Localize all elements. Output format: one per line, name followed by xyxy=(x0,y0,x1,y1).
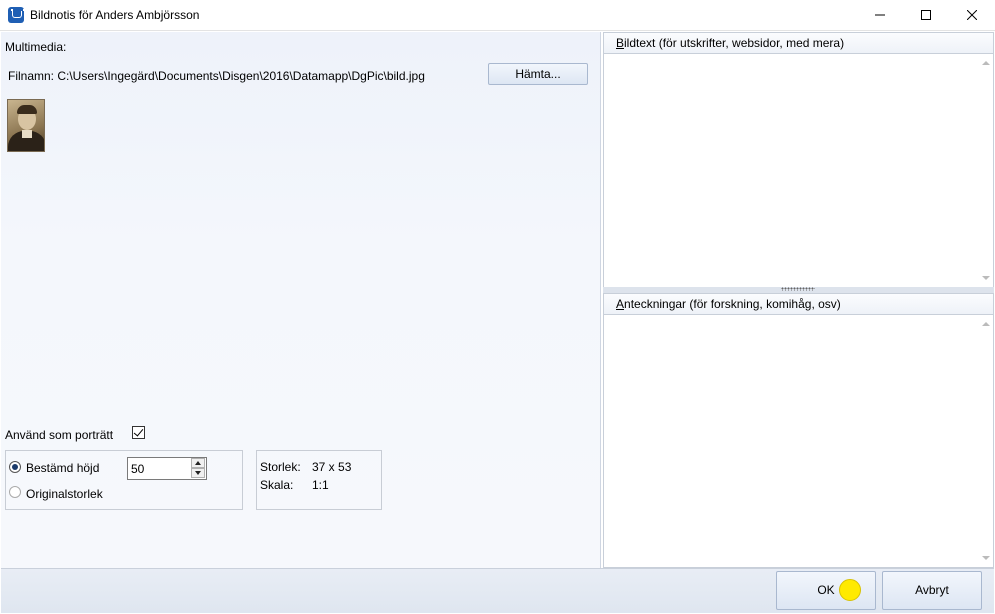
window-title: Bildnotis för Anders Ambjörsson xyxy=(30,8,200,22)
minimize-icon xyxy=(875,14,885,16)
notes-header[interactable]: Anteckningar (för forskning, komihåg, os… xyxy=(603,293,994,315)
notes-header-text: nteckningar (för forskning, komihåg, osv… xyxy=(624,297,841,311)
maximize-button[interactable] xyxy=(903,0,949,30)
scroll-up-icon xyxy=(982,322,990,326)
arrow-up-icon xyxy=(195,461,201,465)
arrow-down-icon xyxy=(195,471,201,475)
stepper-down-button[interactable] xyxy=(191,468,205,478)
cancel-button[interactable]: Avbryt xyxy=(882,571,982,610)
maximize-icon xyxy=(921,10,931,20)
close-icon xyxy=(967,10,977,20)
fixed-height-radio[interactable] xyxy=(9,461,21,473)
ok-button[interactable]: OK xyxy=(776,571,876,610)
close-button[interactable] xyxy=(949,0,995,30)
panel-splitter[interactable] xyxy=(603,287,994,293)
notes-header-mnemonic: A xyxy=(616,297,625,311)
original-size-radio[interactable] xyxy=(9,486,21,498)
fixed-height-label: Bestämd höjd xyxy=(26,461,100,475)
scroll-up-icon xyxy=(982,61,990,65)
size-options-group: Bestämd höjd Originalstorlek xyxy=(5,450,243,510)
notes-scrollbar[interactable] xyxy=(978,315,993,567)
portrait-thumbnail[interactable] xyxy=(7,99,45,152)
fetch-button[interactable]: Hämta... xyxy=(488,63,588,85)
stepper-up-button[interactable] xyxy=(191,458,205,468)
multimedia-panel: Multimedia: Filnamn: C:\Users\Ingegärd\D… xyxy=(1,32,601,568)
scroll-down-icon xyxy=(982,276,990,280)
height-input[interactable] xyxy=(131,461,189,476)
caption-header[interactable]: Bildtext (för utskrifter, websidor, med … xyxy=(603,32,994,54)
use-as-portrait-label: Använd som porträtt xyxy=(5,428,114,442)
title-bar: Bildnotis för Anders Ambjörsson xyxy=(0,0,995,31)
caption-textarea[interactable] xyxy=(603,54,994,288)
filename-label: Filnamn: C:\Users\Ingegärd\Documents\Dis… xyxy=(8,69,425,83)
minimize-button[interactable] xyxy=(857,0,903,30)
size-label: Storlek: xyxy=(260,460,301,474)
caption-header-mnemonic: B xyxy=(616,36,625,50)
caption-scrollbar[interactable] xyxy=(978,54,993,287)
image-info-group: Storlek: 37 x 53 Skala: 1:1 xyxy=(256,450,382,510)
cursor-highlight xyxy=(839,579,861,601)
caption-header-text: ildtext (för utskrifter, websidor, med m… xyxy=(624,36,845,50)
scale-label: Skala: xyxy=(260,478,294,492)
height-stepper[interactable] xyxy=(127,457,207,480)
size-value: 37 x 53 xyxy=(312,460,352,474)
multimedia-label: Multimedia: xyxy=(5,40,67,54)
original-size-label: Originalstorlek xyxy=(26,487,103,501)
text-panel: Bildtext (för utskrifter, websidor, med … xyxy=(603,32,994,568)
notes-textarea[interactable] xyxy=(603,315,994,568)
scale-value: 1:1 xyxy=(312,478,329,492)
use-as-portrait-checkbox[interactable] xyxy=(132,426,145,439)
splitter-grip-icon xyxy=(781,287,815,291)
app-icon xyxy=(8,7,25,23)
scroll-down-icon xyxy=(982,556,990,560)
